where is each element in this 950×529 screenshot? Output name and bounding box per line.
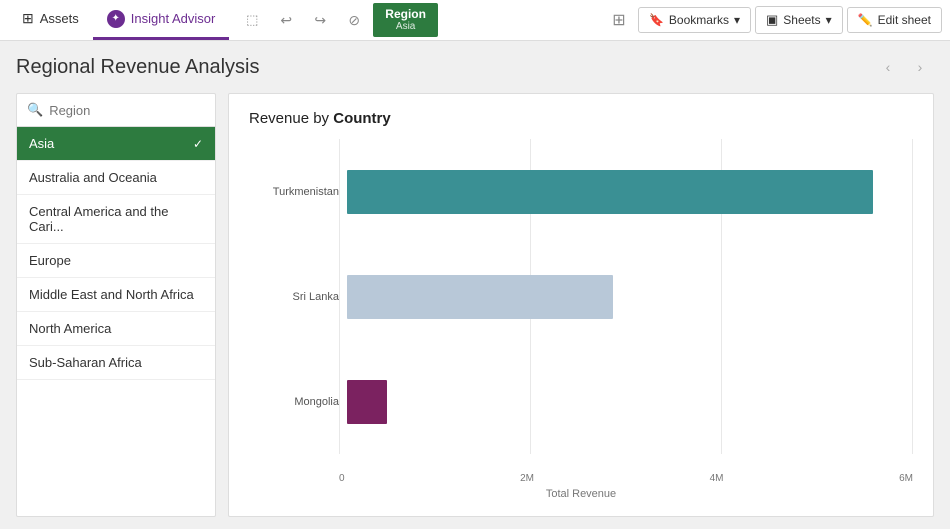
region-search-input[interactable] — [49, 103, 205, 118]
region-sidebar: 🔍 Asia ✓ Australia and Oceania Central Amer… — [16, 93, 216, 517]
sidebar-item-label: North America — [29, 321, 111, 336]
bookmarks-button[interactable]: 🔖 Bookmarks ▾ — [638, 7, 751, 33]
bookmark-icon: 🔖 — [649, 13, 664, 27]
sidebar-item-label: Australia and Oceania — [29, 170, 157, 185]
sheets-button[interactable]: ▣ Sheets ▾ — [755, 6, 843, 34]
top-nav: ⊞ Assets ✦ Insight Advisor ⬚ ↩ ↪ ⊘ Regio… — [0, 0, 950, 41]
bar-label: Sri Lanka — [249, 291, 339, 303]
sheets-chevron-icon: ▾ — [826, 13, 832, 27]
lasso-icon: ⬚ — [246, 12, 258, 28]
tab-assets[interactable]: ⊞ Assets — [8, 0, 93, 40]
sidebar-item-label: Asia — [29, 136, 54, 151]
region-list: Asia ✓ Australia and Oceania Central Americ… — [17, 127, 215, 516]
insight-advisor-icon: ✦ — [107, 10, 125, 28]
x-axis-label: 4M — [710, 473, 724, 484]
sidebar-item-asia[interactable]: Asia ✓ — [17, 127, 215, 161]
chart-title-bold: Country — [333, 110, 391, 127]
page-title: Regional Revenue Analysis — [16, 56, 260, 79]
edit-icon: ✏️ — [858, 13, 873, 27]
sheets-icon: ▣ — [766, 12, 778, 28]
clear-icon: ⊘ — [348, 12, 360, 29]
gridline — [339, 139, 340, 454]
edit-sheet-label: Edit sheet — [878, 13, 931, 27]
bar-row: Mongolia — [249, 380, 913, 424]
sidebar-item-label: Europe — [29, 253, 71, 268]
undo-icon: ↩ — [280, 12, 292, 29]
x-axis-label: 2M — [520, 473, 534, 484]
bar[interactable] — [347, 170, 873, 214]
bookmarks-chevron-icon: ▾ — [734, 13, 740, 27]
next-page-button[interactable]: › — [906, 53, 934, 81]
page: Regional Revenue Analysis ‹ › 🔍 Asia ✓ Aus… — [0, 41, 950, 529]
chart-wrapper: Turkmenistan Sri Lanka Mongolia 0 2M 4M 6M — [249, 139, 913, 484]
sidebar-item-label: Sub-Saharan Africa — [29, 355, 142, 370]
edit-sheet-button[interactable]: ✏️ Edit sheet — [847, 7, 942, 33]
x-axis: 0 2M 4M 6M — [339, 473, 913, 484]
region-filter-pill[interactable]: Region Asia — [373, 3, 438, 37]
lasso-select-button[interactable]: ⬚ — [237, 5, 267, 35]
bar-container — [347, 275, 913, 319]
bar[interactable] — [347, 275, 613, 319]
prev-page-button[interactable]: ‹ — [874, 53, 902, 81]
sidebar-item-north-america[interactable]: North America — [17, 312, 215, 346]
chevron-left-icon: ‹ — [886, 59, 891, 75]
page-navigation: ‹ › — [874, 53, 934, 81]
chevron-right-icon: › — [918, 59, 923, 75]
grid-icon: ⊞ — [612, 10, 625, 30]
sheets-label: Sheets — [783, 13, 820, 27]
page-header: Regional Revenue Analysis ‹ › — [16, 53, 934, 81]
sidebar-item-label: Central America and the Cari... — [29, 204, 203, 234]
sidebar-item-australia-and-oceania[interactable]: Australia and Oceania — [17, 161, 215, 195]
bookmarks-label: Bookmarks — [669, 13, 729, 27]
search-icon: 🔍 — [27, 102, 43, 118]
insight-advisor-label: Insight Advisor — [131, 11, 216, 26]
region-pill-label: Region — [385, 7, 426, 21]
sidebar-item-sub-saharan-africa[interactable]: Sub-Saharan Africa — [17, 346, 215, 380]
nav-tool-icons: ⬚ ↩ ↪ ⊘ — [237, 5, 369, 35]
region-pill-sub: Asia — [396, 21, 415, 33]
redo-button[interactable]: ↪ — [305, 5, 335, 35]
x-axis-label: 6M — [899, 473, 913, 484]
undo-button[interactable]: ↩ — [271, 5, 301, 35]
x-axis-title: Total Revenue — [249, 488, 913, 500]
chart-title-prefix: Revenue by — [249, 110, 333, 127]
bar-container — [347, 380, 913, 424]
chart-title: Revenue by Country — [249, 110, 913, 127]
sidebar-item-central-america-and-the-cari[interactable]: Central America and the Cari... — [17, 195, 215, 244]
chart-panel: Revenue by Country Turkmenistan Sri Lanka… — [228, 93, 934, 517]
content-area: 🔍 Asia ✓ Australia and Oceania Central Amer… — [16, 93, 934, 517]
bar-label: Mongolia — [249, 396, 339, 408]
sidebar-item-middle-east-and-north-africa[interactable]: Middle East and North Africa — [17, 278, 215, 312]
assets-label: Assets — [40, 11, 79, 26]
clear-button[interactable]: ⊘ — [339, 5, 369, 35]
bar-row: Sri Lanka — [249, 275, 913, 319]
region-search-box[interactable]: 🔍 — [17, 94, 215, 127]
tab-insight-advisor[interactable]: ✦ Insight Advisor — [93, 0, 230, 40]
bar-label: Turkmenistan — [249, 186, 339, 198]
checkmark-icon: ✓ — [193, 137, 203, 151]
sidebar-item-label: Middle East and North Africa — [29, 287, 194, 302]
grid-button[interactable]: ⊞ — [604, 5, 634, 35]
bar-container — [347, 170, 913, 214]
assets-icon: ⊞ — [22, 10, 34, 27]
sidebar-item-europe[interactable]: Europe — [17, 244, 215, 278]
redo-icon: ↪ — [314, 12, 326, 29]
x-axis-label: 0 — [339, 473, 345, 484]
bar[interactable] — [347, 380, 387, 424]
bar-row: Turkmenistan — [249, 170, 913, 214]
nav-right-actions: ⊞ 🔖 Bookmarks ▾ ▣ Sheets ▾ ✏️ Edit sheet — [604, 5, 942, 35]
